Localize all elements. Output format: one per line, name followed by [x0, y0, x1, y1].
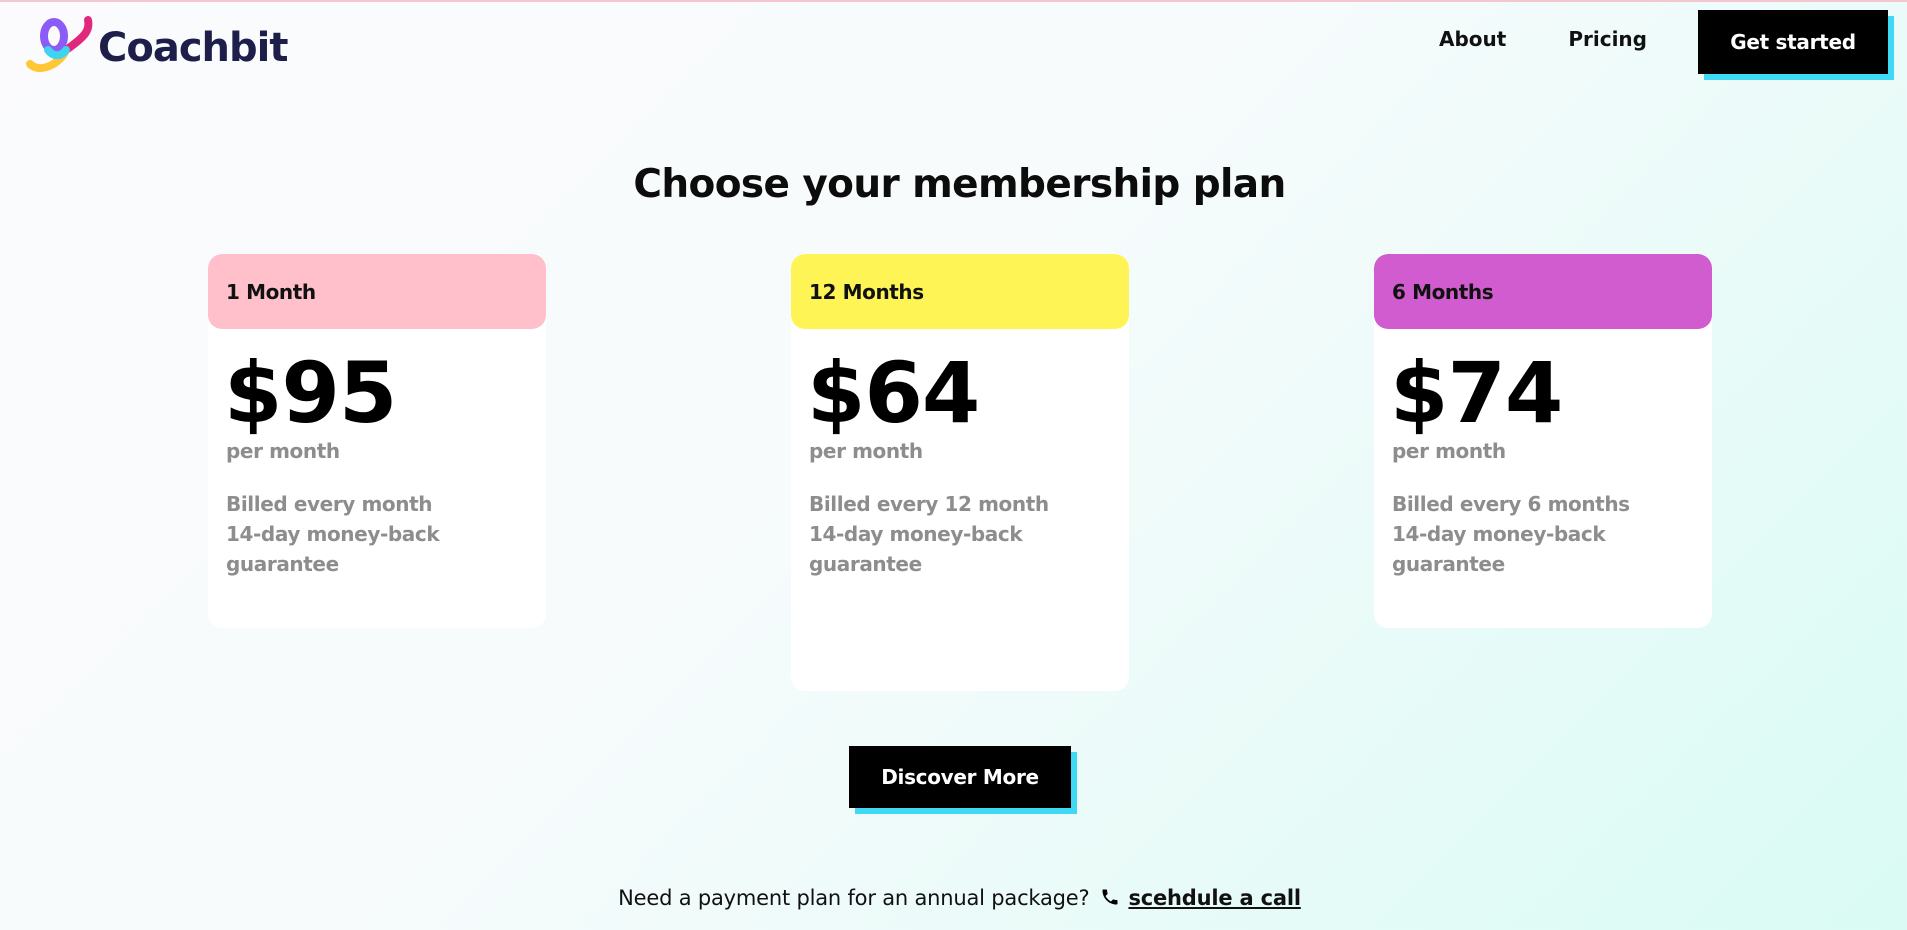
plan-feature: guarantee: [1392, 552, 1505, 576]
nav-pricing-link[interactable]: Pricing: [1568, 27, 1647, 51]
plan-feature: guarantee: [226, 552, 339, 576]
brand-logo[interactable]: Coachbit: [26, 14, 288, 74]
plan-period: per month: [226, 439, 340, 463]
nav-about-link[interactable]: About: [1439, 27, 1506, 51]
logo-mark-icon: [26, 16, 93, 72]
plan-period: per month: [809, 439, 923, 463]
payment-plan-text: Need a payment plan for an annual packag…: [618, 886, 1090, 910]
plan-features: Billed every 12 month 14-day money-back …: [791, 489, 1129, 579]
phone-icon: [1102, 889, 1118, 905]
schedule-call-link[interactable]: scehdule a call: [1128, 886, 1301, 910]
plan-features: Billed every 6 months 14-day money-back …: [1374, 489, 1712, 579]
payment-plan-note: Need a payment plan for an annual packag…: [0, 886, 1907, 910]
site-header: Coachbit About Pricing Get started: [0, 2, 1907, 92]
discover-more-button[interactable]: Discover More: [849, 746, 1071, 808]
plan-price: $64: [807, 344, 980, 442]
plan-price: $74: [1390, 344, 1563, 442]
plan-feature: Billed every month: [226, 492, 433, 516]
plan-card-6-months[interactable]: 6 Months $74 per month Billed every 6 mo…: [1374, 254, 1712, 628]
plan-header: 6 Months: [1374, 254, 1712, 329]
page-title: Choose your membership plan: [633, 162, 1286, 207]
plan-feature: 14-day money-back: [809, 522, 1023, 546]
plan-feature: 14-day money-back: [1392, 522, 1606, 546]
plan-period: per month: [1392, 439, 1506, 463]
get-started-button[interactable]: Get started: [1698, 10, 1888, 74]
plan-feature: guarantee: [809, 552, 922, 576]
plan-card-12-months[interactable]: 12 Months $64 per month Billed every 12 …: [791, 254, 1129, 691]
main-nav: About Pricing: [1439, 27, 1647, 51]
plan-feature: Billed every 6 months: [1392, 492, 1630, 516]
plan-features: Billed every month 14-day money-back gua…: [208, 489, 546, 579]
plan-price: $95: [224, 344, 397, 442]
plan-feature: 14-day money-back: [226, 522, 440, 546]
brand-name: Coachbit: [98, 25, 288, 71]
plan-card-1-month[interactable]: 1 Month $95 per month Billed every month…: [208, 254, 546, 628]
plan-header: 12 Months: [791, 254, 1129, 329]
plan-feature: Billed every 12 month: [809, 492, 1049, 516]
plan-header: 1 Month: [208, 254, 546, 329]
